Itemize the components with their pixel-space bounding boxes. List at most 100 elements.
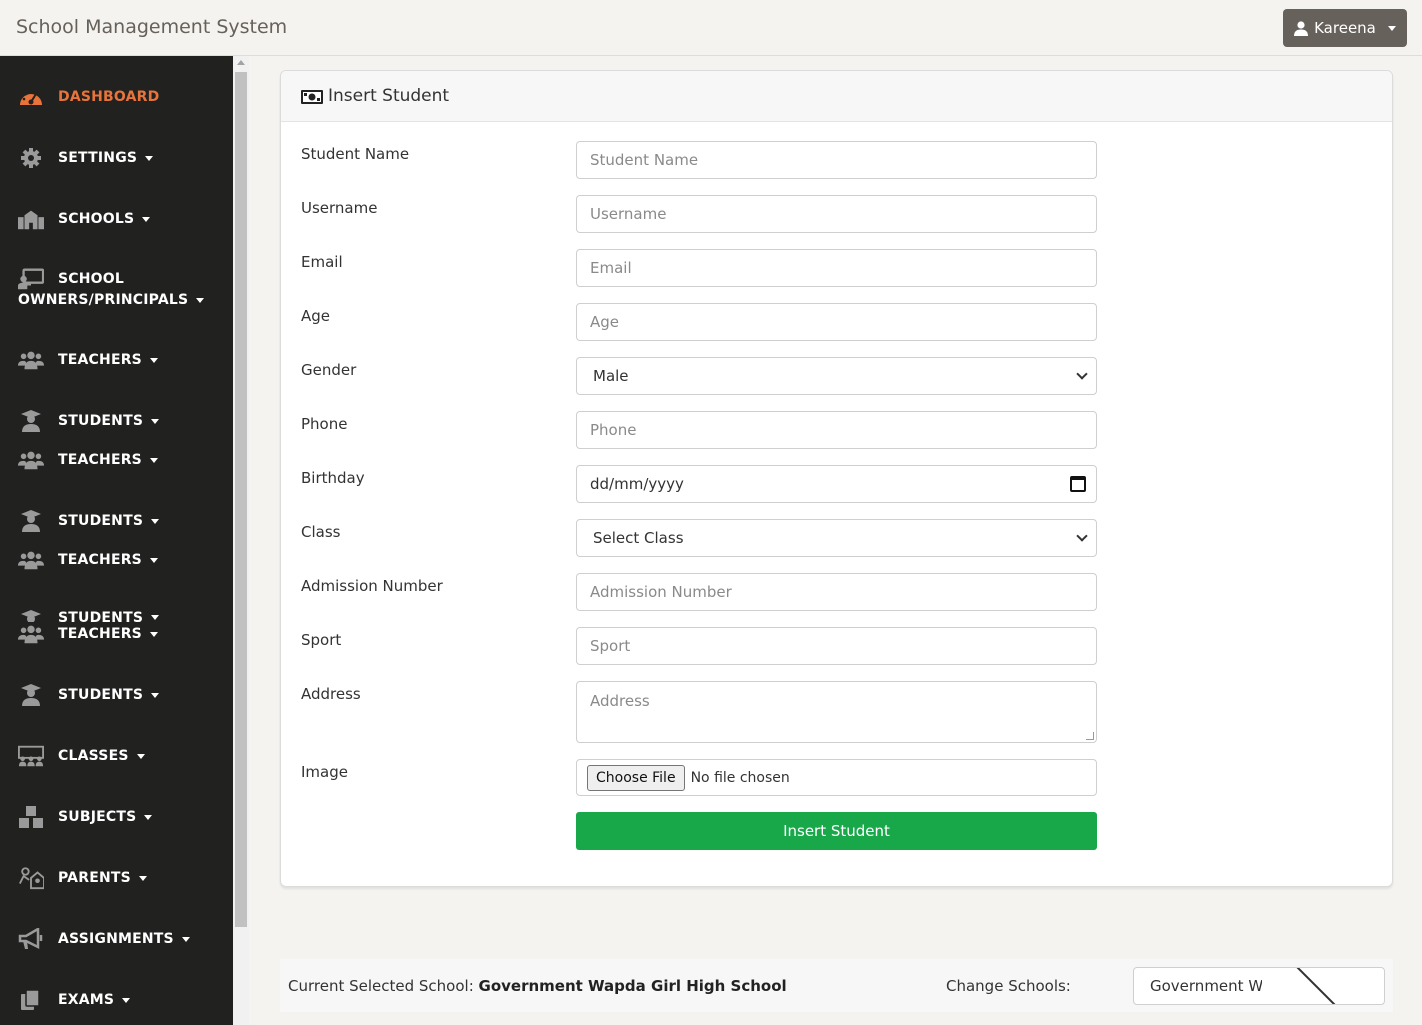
users-icon (18, 623, 44, 645)
users-icon (18, 549, 44, 571)
sport-input[interactable]: Sport (576, 627, 1097, 665)
admission-number-input[interactable]: Admission Number (576, 573, 1097, 611)
gender-select[interactable]: Male (576, 357, 1097, 395)
caret-down-icon (149, 557, 158, 563)
username-input[interactable]: Username (576, 195, 1097, 233)
chevron-down-icon (1076, 368, 1088, 380)
caret-down-icon (149, 357, 158, 363)
sidebar-item-teachers[interactable]: TEACHERS (18, 623, 158, 645)
sidebar-item-label: TEACHERS (58, 552, 142, 568)
change-schools-label: Change Schools: (946, 977, 1071, 995)
classroom-icon (18, 745, 44, 767)
admission-number-label: Admission Number (301, 577, 443, 595)
class-label: Class (301, 523, 341, 541)
student-name-input[interactable]: Student Name (576, 141, 1097, 179)
change-school-select[interactable]: Government Wapda Girl High School (1133, 967, 1385, 1005)
age-label: Age (301, 307, 331, 325)
birthday-date-input[interactable]: dd/mm/yyyy (576, 465, 1097, 503)
gender-label: Gender (301, 361, 357, 379)
sidebar-item-teachers[interactable]: TEACHERS (18, 549, 158, 571)
username-label: Username (301, 199, 378, 217)
graduate-icon (18, 410, 44, 432)
image-file-input[interactable]: Choose File No file chosen (576, 759, 1097, 796)
sidebar-item-label: SUBJECTS (58, 809, 137, 825)
address-placeholder: Address (590, 692, 650, 710)
choose-file-button[interactable]: Choose File (587, 764, 685, 791)
users-icon (18, 449, 44, 471)
gender-select-value: Male (593, 367, 629, 385)
current-school-label: Current Selected School: (288, 977, 479, 995)
change-school-select-value: Government Wapda Girl High School (1150, 977, 1262, 995)
graduate-icon (18, 684, 44, 706)
sidebar-item-label: DASHBOARD (58, 89, 160, 105)
scroll-up-arrow-icon[interactable] (237, 60, 245, 65)
sidebar-item-label: STUDENTS (58, 610, 144, 622)
caret-down-icon (145, 155, 154, 161)
users-icon (18, 349, 44, 371)
caret-down-icon (136, 753, 145, 759)
school-footer: Current Selected School: Government Wapd… (280, 959, 1393, 1012)
sidebar-item-school-owners-principals[interactable]: SCHOOL OWNERS/PRINCIPALS (18, 268, 205, 308)
sidebar-item-teachers[interactable]: TEACHERS (18, 349, 158, 371)
caret-down-icon (142, 216, 151, 222)
chevron-down-icon (1275, 968, 1361, 1004)
caret-down-icon (151, 518, 160, 524)
address-textarea[interactable]: Address (576, 681, 1097, 743)
school-building-icon (18, 208, 44, 230)
sidebar-item-assignments[interactable]: ASSIGNMENTS (18, 928, 190, 950)
sidebar-item-label: SCHOOLS (58, 211, 135, 227)
card-title: Insert Student (328, 86, 450, 106)
calendar-icon[interactable] (1070, 476, 1086, 492)
caret-down-icon (122, 997, 131, 1003)
graduate-icon (18, 510, 44, 532)
phone-input[interactable]: Phone (576, 411, 1097, 449)
class-select-value: Select Class (593, 529, 684, 547)
caret-down-icon (144, 814, 153, 820)
chalkboard-teacher-icon (18, 268, 44, 290)
parent-child-icon (18, 867, 44, 890)
sidebar-item-exams[interactable]: EXAMS (18, 989, 131, 1011)
money-bill-icon (301, 89, 323, 104)
sidebar-item-classes[interactable]: CLASSES (18, 745, 145, 767)
phone-label: Phone (301, 415, 348, 433)
insert-student-button[interactable]: Insert Student (576, 812, 1097, 850)
card-header: Insert Student (281, 71, 1392, 122)
scrollbar-thumb[interactable] (235, 72, 247, 927)
sidebar-item-subjects[interactable]: SUBJECTS (18, 806, 153, 828)
sport-label: Sport (301, 631, 342, 649)
sidebar-item-students[interactable]: STUDENTS (18, 510, 160, 532)
sidebar-item-students[interactable]: STUDENTS (18, 684, 160, 706)
address-label: Address (301, 685, 361, 703)
email-input[interactable]: Email (576, 249, 1097, 287)
dashboard-gauge-icon (18, 86, 44, 108)
sidebar-scrollbar[interactable] (233, 56, 249, 1025)
caret-down-icon (151, 418, 160, 424)
sidebar-item-parents[interactable]: PARENTS (18, 867, 147, 890)
resize-grip-icon[interactable] (1086, 732, 1094, 740)
sidebar-item-students[interactable]: STUDENTS (18, 610, 160, 622)
user-menu-button[interactable]: Kareena (1283, 9, 1407, 47)
current-school-name: Government Wapda Girl High School (478, 977, 787, 995)
sidebar-item-label: TEACHERS (58, 352, 142, 368)
caret-down-icon (151, 615, 160, 620)
sidebar-item-students[interactable]: STUDENTS (18, 410, 160, 432)
sidebar: DASHBOARD SETTINGS SCHOOLS SCHOOL OWNERS… (0, 56, 233, 1025)
class-select[interactable]: Select Class (576, 519, 1097, 557)
brand-title[interactable]: School Management System (16, 16, 287, 38)
user-icon (1294, 20, 1309, 36)
sidebar-item-teachers[interactable]: TEACHERS (18, 449, 158, 471)
sidebar-item-label: STUDENTS (58, 413, 144, 429)
sidebar-item-label: TEACHERS (58, 626, 142, 642)
age-input[interactable]: Age (576, 303, 1097, 341)
sidebar-item-dashboard[interactable]: DASHBOARD (18, 86, 160, 108)
sidebar-item-schools[interactable]: SCHOOLS (18, 208, 151, 230)
caret-down-icon (181, 936, 190, 942)
sidebar-item-label: STUDENTS (58, 513, 144, 529)
sidebar-item-settings[interactable]: SETTINGS (18, 147, 154, 169)
caret-down-icon (149, 457, 158, 463)
email-label: Email (301, 253, 343, 271)
copy-icon (18, 989, 44, 1011)
sidebar-item-label: TEACHERS (58, 452, 142, 468)
caret-down-icon (138, 875, 147, 881)
chevron-down-icon (1076, 530, 1088, 542)
